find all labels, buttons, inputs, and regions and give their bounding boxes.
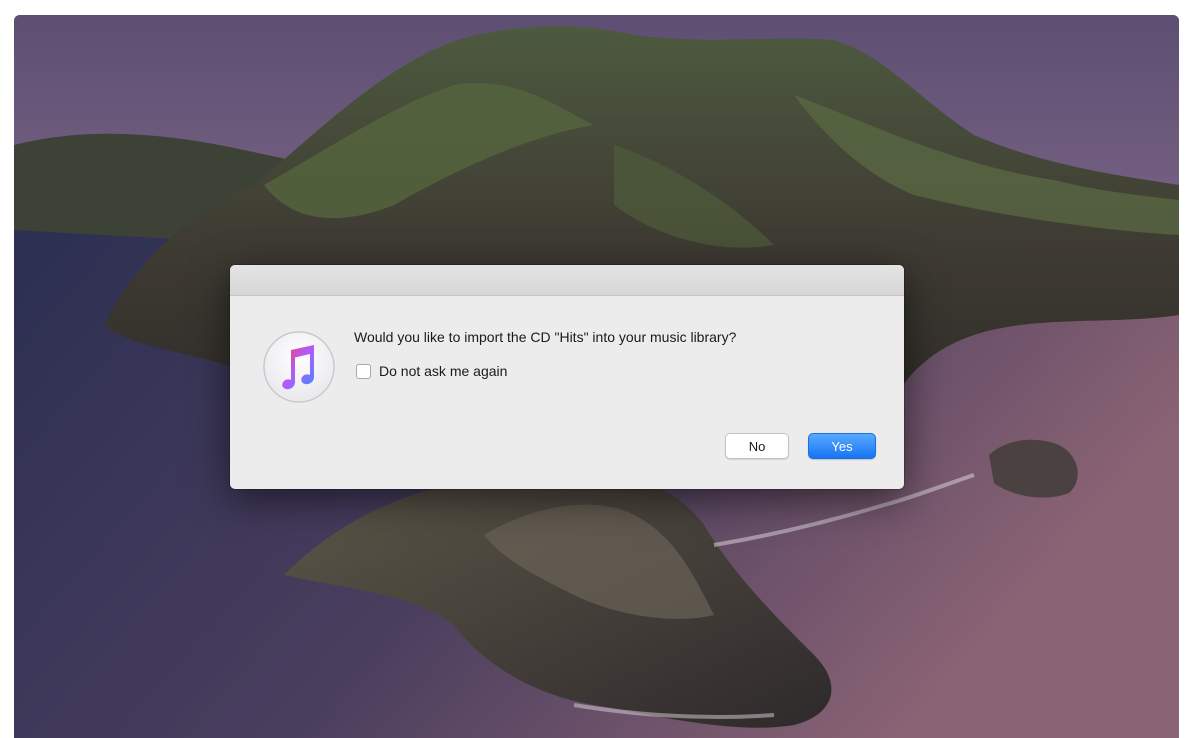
do-not-ask-checkbox[interactable] xyxy=(356,363,371,379)
desktop-screen: Would you like to import the CD "Hits" i… xyxy=(14,15,1179,738)
dialog-message: Would you like to import the CD "Hits" i… xyxy=(354,329,737,345)
import-cd-dialog: Would you like to import the CD "Hits" i… xyxy=(230,265,904,489)
yes-button[interactable]: Yes xyxy=(808,433,876,459)
do-not-ask-label[interactable]: Do not ask me again xyxy=(379,363,507,379)
do-not-ask-row[interactable]: Do not ask me again xyxy=(356,363,507,379)
itunes-music-note-icon xyxy=(263,331,335,403)
no-button[interactable]: No xyxy=(725,433,789,459)
dialog-titlebar[interactable] xyxy=(230,265,904,296)
